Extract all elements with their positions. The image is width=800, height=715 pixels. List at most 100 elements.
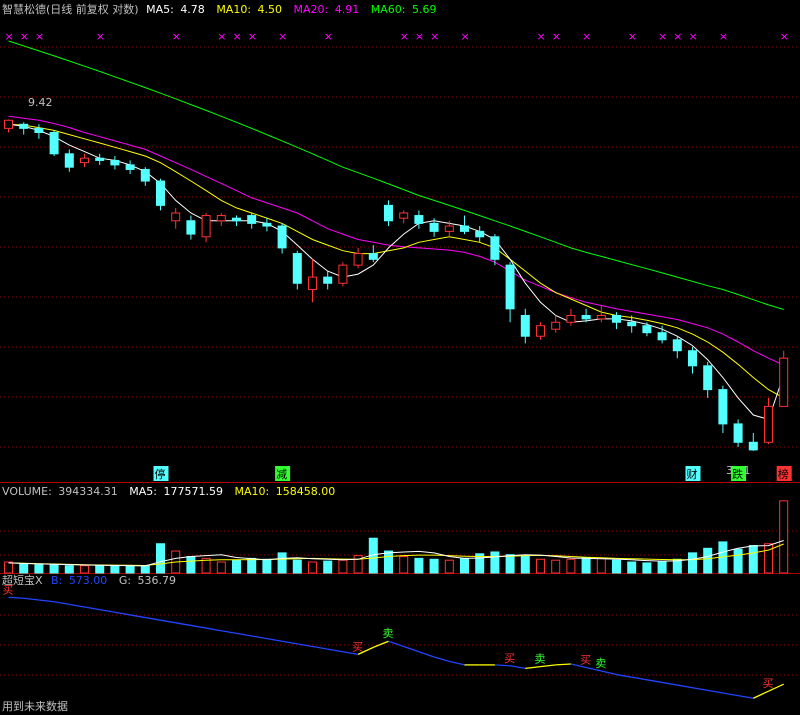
- top-marker-16: ×: [582, 30, 591, 43]
- top-marker-10: ×: [400, 30, 409, 43]
- top-marker-2: ×: [35, 30, 44, 43]
- candle-body-31: [475, 230, 485, 238]
- candle-body-0: [4, 119, 13, 129]
- volume-bar-3: [49, 564, 59, 574]
- xb-signal-7: 买: [763, 677, 774, 690]
- xb-segment-9: [145, 616, 161, 621]
- candle-body-1: [19, 123, 29, 129]
- top-marker-4: ×: [172, 30, 181, 43]
- xb-g-value: 536.79: [138, 574, 177, 587]
- xb-segment-34: [525, 666, 541, 670]
- candle-body-5: [80, 157, 89, 164]
- volume-bar-15: [232, 559, 241, 574]
- candle-body-36: [551, 321, 561, 330]
- volume-bar-16: [247, 557, 257, 574]
- volume-bar-1: [19, 563, 29, 574]
- volume-bars[interactable]: [4, 500, 789, 574]
- candle-body-19: [292, 253, 302, 284]
- xb-segment-11: [175, 622, 192, 627]
- candle-body-6: [95, 157, 105, 161]
- candle-body-43: [657, 332, 667, 341]
- candle-body-2: [34, 127, 44, 133]
- xb-b-label: B:: [51, 574, 62, 587]
- xb-segment-18: [281, 640, 298, 645]
- top-marker-20: ×: [689, 30, 698, 43]
- volume-bar-10: [156, 543, 165, 574]
- volume-bar-20: [308, 561, 317, 574]
- xb-segment-15: [236, 632, 252, 637]
- candle-body-24: [368, 253, 378, 260]
- top-marker-3: ×: [96, 30, 105, 43]
- stock-chart[interactable]: ××××××××××××××××××××××× 9.42 3.91 停减财跌榜 …: [0, 0, 800, 715]
- top-marker-5: ×: [217, 30, 226, 43]
- event-tag-4: 榜: [778, 467, 789, 481]
- xb-signal-4: 卖: [535, 653, 546, 666]
- ma60-label: MA60:: [371, 3, 406, 16]
- candle-body-22: [338, 264, 348, 284]
- xb-segment-5: [84, 606, 100, 611]
- xb-segment-21: [327, 648, 344, 653]
- top-marker-12: ×: [430, 30, 439, 43]
- event-tag-0: 停: [155, 467, 166, 481]
- xb-segment-12: [190, 624, 207, 629]
- volume-bar-30: [460, 557, 469, 574]
- volume-bar-48: [733, 548, 743, 574]
- candle-body-26: [399, 212, 409, 219]
- ma10-label: MA10:: [216, 3, 251, 16]
- xb-indicator-lines: [8, 596, 784, 699]
- volume-bar-26: [399, 556, 409, 574]
- volume-bar-49: [748, 545, 758, 574]
- volume-bar-27: [414, 557, 424, 574]
- event-tag-2: 财: [687, 467, 698, 481]
- xb-segment-49: [753, 690, 769, 699]
- top-marker-14: ×: [537, 30, 546, 43]
- xb-segment-2: [38, 599, 55, 603]
- volume-bar-39: [596, 557, 606, 574]
- candle-body-51: [779, 357, 789, 407]
- top-marker-15: ×: [552, 30, 561, 43]
- candle-body-40: [612, 314, 621, 323]
- volume-bar-19: [292, 559, 302, 574]
- top-marker-6: ×: [233, 30, 242, 43]
- xb-segment-33: [509, 665, 526, 670]
- ma20-value: 4.91: [335, 3, 360, 16]
- candle-body-18: [277, 225, 287, 249]
- candle-body-41: [627, 321, 637, 327]
- volume-bar-45: [688, 552, 697, 574]
- candle-body-49: [748, 441, 758, 451]
- volume-ma5-value: 177571.59: [164, 485, 224, 498]
- volume-bar-9: [140, 565, 150, 574]
- candlestick-series[interactable]: [4, 119, 789, 451]
- candle-body-46: [703, 365, 713, 391]
- xb-segment-36: [555, 663, 571, 666]
- xb-segment-17: [266, 637, 283, 642]
- candle-body-12: [186, 220, 196, 235]
- event-tags: 停减财跌榜: [153, 466, 792, 481]
- xb-segment-14: [221, 630, 237, 634]
- candle-body-3: [49, 131, 59, 155]
- candle-body-30: [460, 225, 469, 232]
- candle-body-47: [718, 389, 728, 425]
- xb-signal-2: 卖: [383, 627, 394, 640]
- volume-bar-22: [338, 559, 348, 574]
- volume-bar-17: [262, 558, 272, 574]
- volume-header: VOLUME: 394334.31 MA5: 177571.59 MA10: 1…: [2, 485, 335, 498]
- xb-segment-29: [449, 660, 465, 666]
- xb-segment-7: [114, 611, 131, 616]
- volume-bar-35: [536, 558, 545, 574]
- volume-ma5-label: MA5:: [129, 485, 157, 498]
- volume-bar-5: [80, 565, 89, 574]
- ma60-value: 5.69: [412, 3, 437, 16]
- candle-body-32: [490, 236, 500, 260]
- top-markers: × × × × × × × × × × × × × × × × × × × × × × ×: [5, 30, 789, 43]
- candle-body-7: [110, 159, 120, 166]
- top-marker-1: ×: [20, 30, 29, 43]
- volume-bar-40: [612, 559, 621, 574]
- volume-bar-50: [764, 543, 773, 574]
- candle-body-50: [764, 405, 773, 443]
- xb-signals: 买买卖买卖买卖买: [3, 583, 774, 690]
- ma5-value: 4.78: [180, 3, 205, 16]
- candle-body-9: [140, 168, 150, 182]
- volume-bar-12: [186, 556, 196, 574]
- candle-body-42: [642, 325, 652, 334]
